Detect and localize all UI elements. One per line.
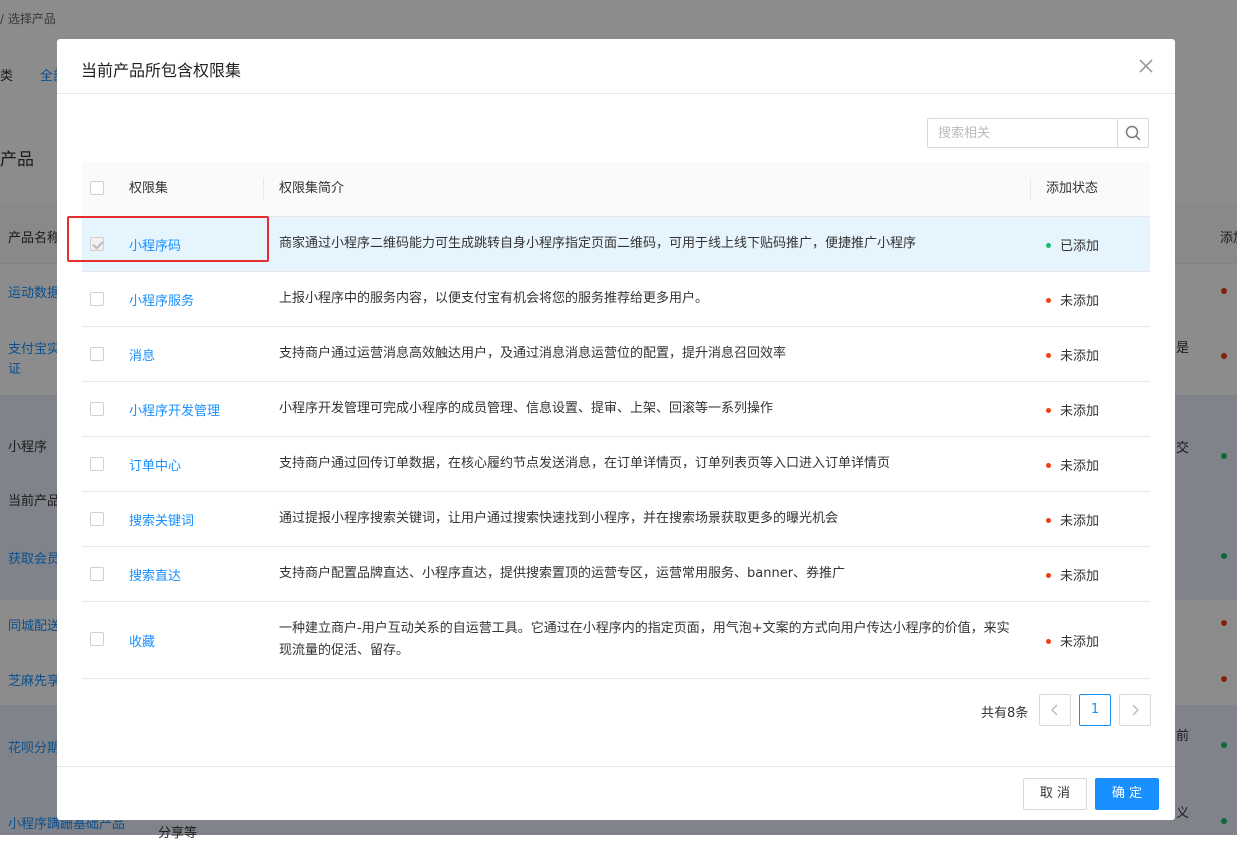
table-row[interactable]: 订单中心 支持商户通过回传订单数据，在核心履约节点发送消息，在订单详情页，订单列…	[82, 437, 1150, 492]
status-text: 已添加	[1060, 239, 1100, 254]
row-checkbox[interactable]	[90, 632, 104, 646]
table-header: 权限集 权限集简介 添加状态	[82, 162, 1150, 217]
status-text: 未添加	[1060, 514, 1100, 529]
status-badge: 未添加	[1046, 345, 1099, 364]
status-dot	[1046, 298, 1051, 303]
permission-description: 支持商户通过运营消息高效触达用户，及通过消息消息运营位的配置，提升消息召回效率	[279, 346, 787, 361]
permission-description: 支持商户通过回传订单数据，在核心履约节点发送消息，在订单详情页，订单列表页等入口…	[279, 456, 891, 471]
row-checkbox[interactable]	[90, 402, 104, 416]
chevron-left-icon	[1051, 704, 1058, 716]
close-icon[interactable]	[1135, 55, 1157, 77]
column-header-desc: 权限集简介	[279, 181, 345, 196]
status-text: 未添加	[1060, 294, 1100, 309]
permission-name-link[interactable]: 搜索直达	[129, 565, 181, 584]
status-dot	[1046, 243, 1051, 248]
permission-name-link[interactable]: 小程序服务	[129, 290, 194, 309]
permission-description: 通过提报小程序搜索关键词，让用户通过搜索快速找到小程序，并在搜索场景获取更多的曝…	[279, 511, 839, 526]
column-separator	[263, 178, 264, 200]
table-row[interactable]: 小程序开发管理 小程序开发管理可完成小程序的成员管理、信息设置、提审、上架、回滚…	[82, 382, 1150, 437]
permission-description: 商家通过小程序二维码能力可生成跳转自身小程序指定页面二维码，可用于线上线下贴码推…	[279, 236, 917, 251]
permission-name-link[interactable]: 消息	[129, 345, 155, 364]
permission-name-link[interactable]: 小程序开发管理	[129, 400, 220, 419]
permission-set-modal: 当前产品所包含权限集 权限集 权限集简介 添加状态 小程序码 商家通过小程序二维…	[57, 39, 1175, 820]
status-badge: 未添加	[1046, 290, 1099, 309]
status-dot	[1046, 353, 1051, 358]
pagination-next-button[interactable]	[1119, 694, 1151, 726]
footer-divider	[57, 766, 1175, 767]
row-checkbox[interactable]	[90, 457, 104, 471]
status-badge: 未添加	[1046, 631, 1099, 650]
status-badge: 未添加	[1046, 400, 1099, 419]
permission-description: 小程序开发管理可完成小程序的成员管理、信息设置、提审、上架、回滚等一系列操作	[279, 401, 774, 416]
status-dot	[1046, 639, 1051, 644]
table-row[interactable]: 搜索关键词 通过提报小程序搜索关键词，让用户通过搜索快速找到小程序，并在搜索场景…	[82, 492, 1150, 547]
table-row[interactable]: 搜索直达 支持商户配置品牌直达、小程序直达，提供搜索置顶的运营专区，运营常用服务…	[82, 547, 1150, 602]
search-button[interactable]	[1117, 119, 1148, 147]
pagination-prev-button[interactable]	[1039, 694, 1071, 726]
column-header-status: 添加状态	[1046, 181, 1099, 196]
pagination-total: 共有8条	[981, 706, 1029, 721]
search-icon	[1125, 125, 1141, 141]
column-separator	[1030, 178, 1031, 200]
table-row[interactable]: 小程序服务 上报小程序中的服务内容，以便支付宝有机会将您的服务推荐给更多用户。 …	[82, 272, 1150, 327]
status-badge: 未添加	[1046, 455, 1099, 474]
permission-description: 上报小程序中的服务内容，以便支付宝有机会将您的服务推荐给更多用户。	[279, 291, 709, 306]
search-box	[927, 118, 1149, 148]
chevron-right-icon	[1132, 704, 1139, 716]
row-checkbox[interactable]	[90, 292, 104, 306]
permission-description: 一种建立商户-用户互动关系的自运营工具。它通过在小程序内的指定页面，用气泡+文案…	[279, 621, 1010, 658]
header-divider	[57, 93, 1175, 94]
status-text: 未添加	[1060, 404, 1100, 419]
confirm-button[interactable]: 确 定	[1095, 778, 1159, 810]
modal-title: 当前产品所包含权限集	[81, 61, 242, 80]
cancel-button[interactable]: 取 消	[1023, 778, 1087, 810]
status-text: 未添加	[1060, 459, 1100, 474]
status-text: 未添加	[1060, 349, 1100, 364]
permission-name-link[interactable]: 订单中心	[129, 455, 181, 474]
status-badge: 未添加	[1046, 510, 1099, 529]
status-dot	[1046, 463, 1051, 468]
permission-name-link[interactable]: 收藏	[129, 631, 155, 650]
status-text: 未添加	[1060, 635, 1100, 650]
select-all-checkbox[interactable]	[90, 181, 104, 195]
status-dot	[1046, 408, 1051, 413]
status-dot	[1046, 573, 1051, 578]
status-badge: 未添加	[1046, 565, 1099, 584]
row-checkbox[interactable]	[90, 512, 104, 526]
status-text: 未添加	[1060, 569, 1100, 584]
pagination-page-button[interactable]: 1	[1079, 694, 1111, 726]
highlight-annotation-box	[67, 216, 269, 262]
permission-name-link[interactable]: 搜索关键词	[129, 510, 194, 529]
column-header-name: 权限集	[129, 181, 169, 196]
permission-description: 支持商户配置品牌直达、小程序直达，提供搜索置顶的运营专区，运营常用服务、bann…	[279, 566, 846, 581]
status-badge: 已添加	[1046, 235, 1099, 254]
table-row[interactable]: 消息 支持商户通过运营消息高效触达用户，及通过消息消息运营位的配置，提升消息召回…	[82, 327, 1150, 382]
search-input[interactable]	[928, 119, 1118, 147]
table-row[interactable]: 收藏 一种建立商户-用户互动关系的自运营工具。它通过在小程序内的指定页面，用气泡…	[82, 602, 1150, 679]
status-dot	[1046, 518, 1051, 523]
row-checkbox[interactable]	[90, 567, 104, 581]
row-checkbox[interactable]	[90, 347, 104, 361]
